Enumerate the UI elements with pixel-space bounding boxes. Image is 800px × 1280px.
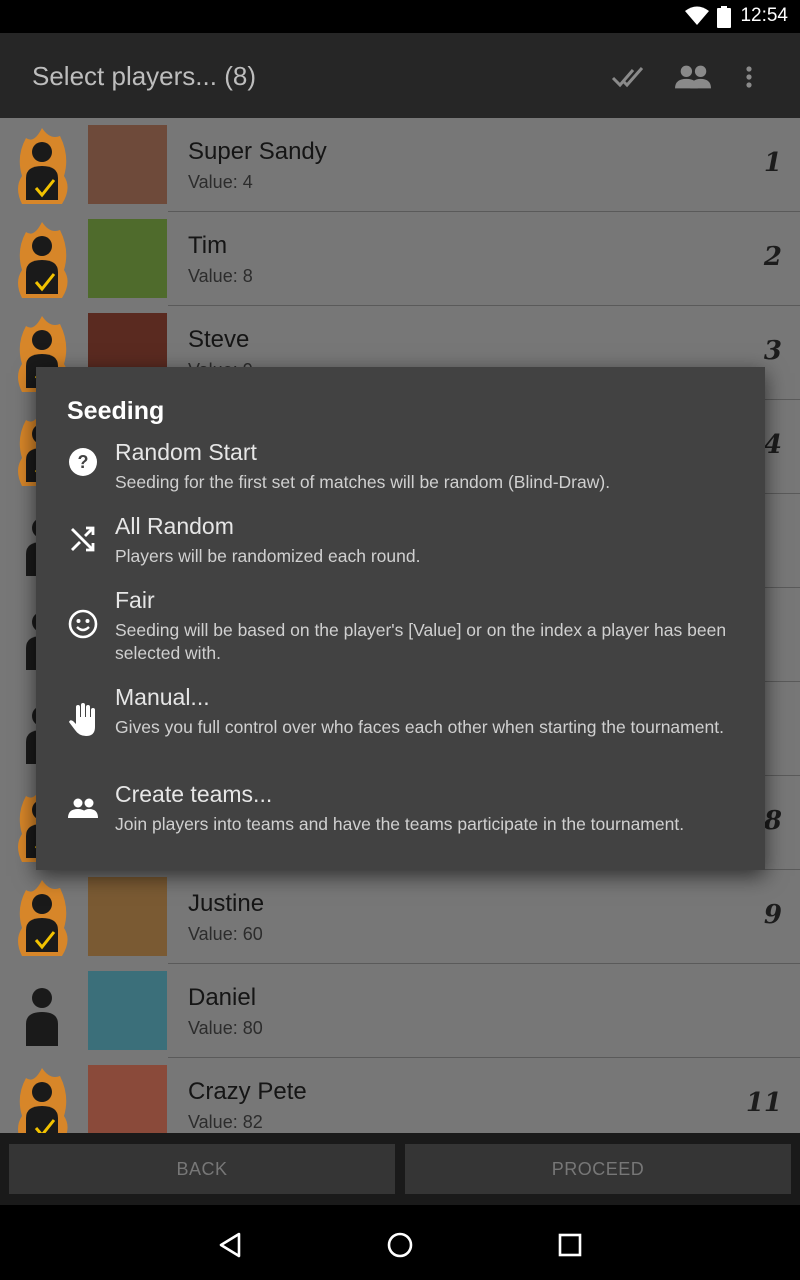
shuffle-icon [66,522,100,556]
svg-text:?: ? [78,452,89,472]
option-label: Manual... [115,684,210,710]
option-description: Players will be randomized each round. [115,546,421,566]
back-button[interactable]: BACK [9,1144,395,1194]
recents-nav-icon[interactable] [552,1227,588,1263]
seeding-dialog: Seeding ? Random Start Seeding for the f… [36,367,765,870]
option-random-start[interactable]: ? Random Start Seeding for the first set… [36,439,765,505]
option-description: Seeding for the first set of matches wil… [115,472,611,492]
option-label: Create teams... [115,781,273,807]
back-nav-icon[interactable] [212,1227,248,1263]
option-description: Join players into teams and have the tea… [115,814,685,834]
option-label: All Random [115,513,234,539]
option-label: Random Start [115,439,257,465]
status-bar: 12:54 [0,0,800,33]
option-description: Gives you full control over who faces ea… [115,717,724,737]
battery-icon [717,6,731,33]
option-all-random[interactable]: All Random Players will be randomized ea… [36,513,765,579]
option-manual[interactable]: Manual... Gives you full control over wh… [36,684,765,774]
people-icon[interactable] [675,59,711,95]
group-icon [66,791,100,825]
home-nav-icon[interactable] [382,1227,418,1263]
clock: 12:54 [740,5,788,26]
more-vert-icon[interactable] [731,59,767,95]
proceed-button[interactable]: PROCEED [405,1144,791,1194]
dialog-title: Seeding [67,397,165,425]
page-title: Select players... (8) [32,61,256,91]
app-bar: Select players... (8) [0,33,800,118]
wifi-icon [684,6,710,31]
help-circle-icon: ? [66,445,100,479]
option-create-teams[interactable]: Create teams... Join players into teams … [36,781,765,847]
select-all-icon[interactable] [610,59,646,95]
option-label: Fair [115,587,155,613]
bottom-action-bar: BACK PROCEED [0,1133,800,1205]
system-nav-bar [0,1205,800,1280]
option-fair[interactable]: Fair Seeding will be based on the player… [36,587,765,677]
smiley-icon [66,607,100,641]
hand-icon [66,703,100,737]
option-description: Seeding will be based on the player's [V… [115,620,727,663]
